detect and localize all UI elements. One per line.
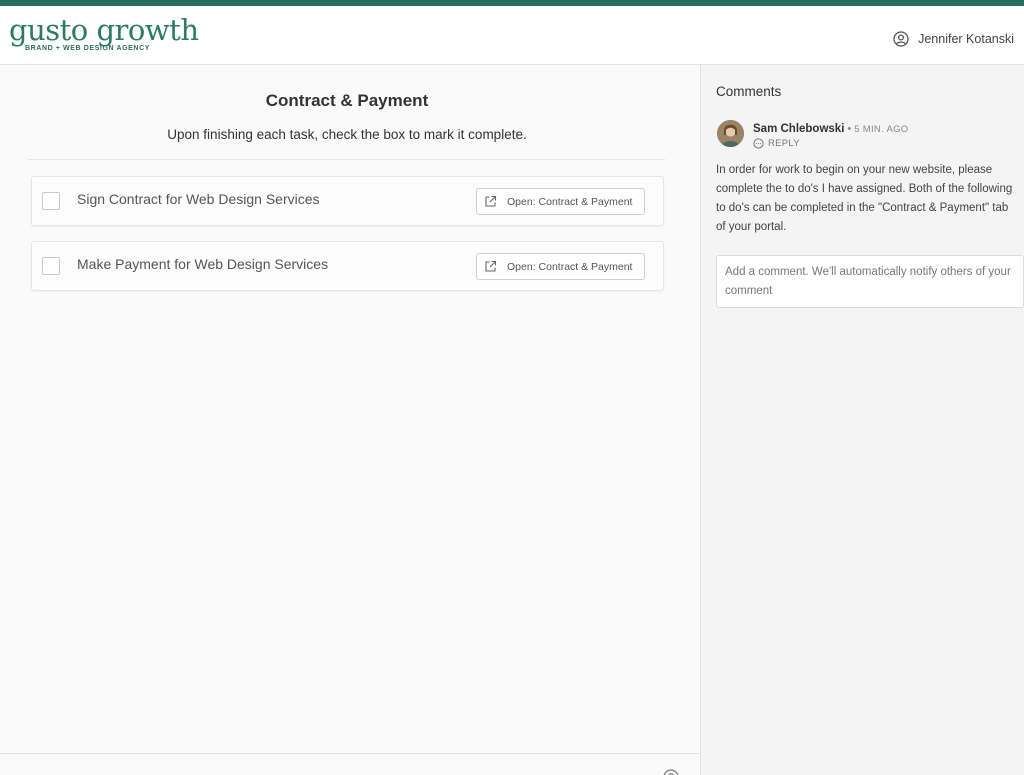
- comment-text: In order for work to begin on your new w…: [716, 164, 1013, 233]
- user-menu[interactable]: Jennifer Kotanski: [893, 30, 1014, 48]
- task-item: Make Payment for Web Design Services Ope…: [31, 241, 664, 291]
- user-circle-icon: [893, 31, 909, 47]
- task-label: Sign Contract for Web Design Services: [77, 191, 320, 207]
- external-link-icon: [485, 260, 497, 272]
- comments-panel: Comments Sam Chlebowski • 5 MIN. AGO REPLY…: [700, 65, 1024, 775]
- comment-input[interactable]: Add a comment. We'll automatically notif…: [716, 255, 1024, 308]
- header: gusto growth BRAND + WEB DESIGN AGENCY J…: [0, 6, 1024, 65]
- help-circle-icon[interactable]: [663, 769, 679, 775]
- avatar-image: [717, 120, 744, 147]
- user-name: Jennifer Kotanski: [918, 32, 1014, 46]
- logo[interactable]: gusto growth BRAND + WEB DESIGN AGENCY: [9, 13, 199, 59]
- comment-author: Sam Chlebowski: [753, 123, 845, 135]
- task-checkbox[interactable]: [42, 192, 60, 210]
- reply-button[interactable]: REPLY: [753, 138, 800, 149]
- logo-wordmark: gusto growth: [9, 13, 199, 47]
- external-link-icon: [485, 195, 497, 207]
- open-task-button-label: Open: Contract & Payment: [507, 195, 633, 208]
- comment-time: 5 MIN. AGO: [854, 124, 909, 135]
- footer-divider: [0, 753, 700, 754]
- divider: [28, 159, 665, 160]
- avatar: [717, 120, 744, 147]
- page-title: Contract & Payment: [265, 91, 429, 110]
- task-checkbox[interactable]: [42, 257, 60, 275]
- task-label: Make Payment for Web Design Services: [77, 256, 329, 272]
- logo-tagline: BRAND + WEB DESIGN AGENCY: [25, 45, 151, 52]
- reply-label: REPLY: [768, 138, 800, 149]
- comment-bubble-icon: [753, 138, 764, 149]
- task-panel: Contract & Payment Upon finishing each t…: [0, 65, 700, 775]
- comment-meta: Sam Chlebowski • 5 MIN. AGO: [753, 119, 908, 137]
- open-task-button[interactable]: Open: Contract & Payment: [476, 188, 645, 215]
- page-subtitle: Upon finishing each task, check the box …: [167, 127, 527, 142]
- task-item: Sign Contract for Web Design Services Op…: [31, 176, 664, 226]
- open-task-button[interactable]: Open: Contract & Payment: [476, 253, 645, 280]
- comments-title: Comments: [716, 84, 782, 99]
- open-task-button-label: Open: Contract & Payment: [507, 260, 633, 273]
- meta-separator: •: [847, 123, 852, 135]
